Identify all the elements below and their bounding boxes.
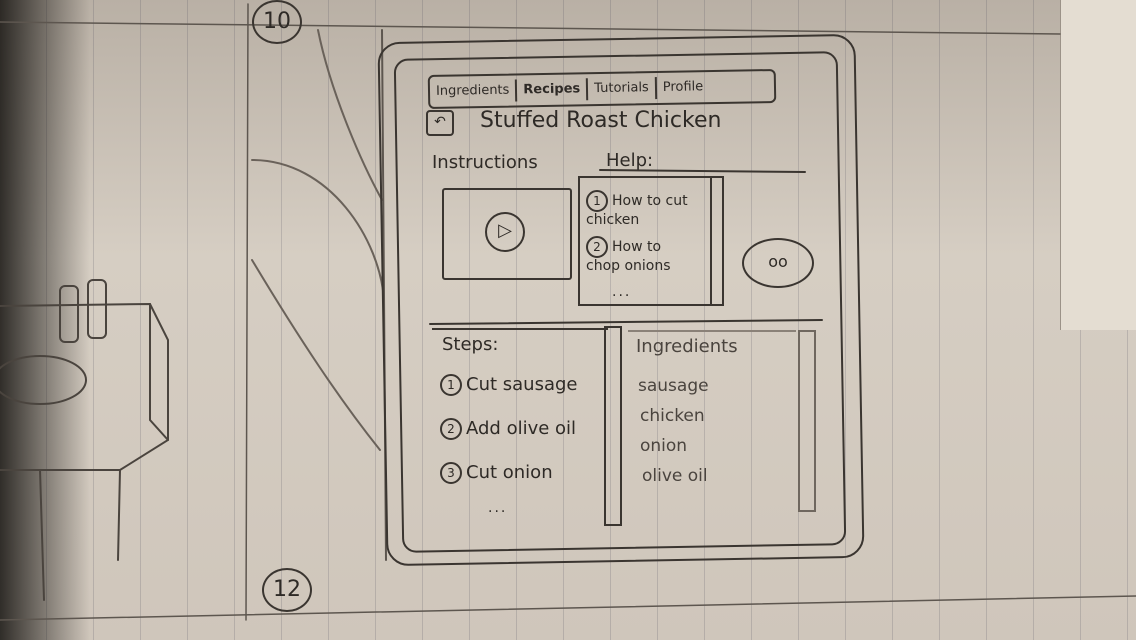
number-1-icon: 1 xyxy=(440,374,462,396)
step-item: 3 Cut onion xyxy=(440,462,553,484)
help-label: Help: xyxy=(606,150,654,171)
instructions-label: Instructions xyxy=(432,152,538,173)
number-2-icon: 2 xyxy=(440,418,462,440)
steps-scrollbar[interactable] xyxy=(604,326,622,526)
number-1-icon: 1 xyxy=(586,190,608,212)
help-item-chop-onions[interactable]: 2 How to chop onions xyxy=(586,236,696,274)
tab-bar: Ingredients Recipes Tutorials Profile xyxy=(427,68,777,110)
play-icon[interactable]: ▷ xyxy=(485,212,525,252)
tab-tutorials[interactable]: Tutorials xyxy=(588,77,657,101)
step-item: 1 Cut sausage xyxy=(440,374,577,396)
tab-profile[interactable]: Profile xyxy=(657,76,710,99)
ingredients-label: Ingredients xyxy=(636,336,738,357)
number-2-icon: 2 xyxy=(586,236,608,258)
steps-more: ... xyxy=(488,500,508,516)
dish-icon: oo xyxy=(742,238,814,288)
steps-label: Steps: xyxy=(442,334,499,355)
ingredient-item: chicken xyxy=(640,406,705,426)
page-number-bottom: 12 xyxy=(262,568,312,612)
recipe-title: Stuffed Roast Chicken xyxy=(480,108,722,133)
ingredient-item: sausage xyxy=(638,376,709,396)
tab-recipes[interactable]: Recipes xyxy=(517,78,589,102)
page-number-top: 10 xyxy=(252,0,302,44)
tab-ingredients[interactable]: Ingredients xyxy=(429,79,518,104)
number-3-icon: 3 xyxy=(440,462,462,484)
step-item: 2 Add olive oil xyxy=(440,418,576,440)
ingredient-item: olive oil xyxy=(642,466,708,486)
ingredients-scrollbar[interactable] xyxy=(798,330,816,512)
help-more: ... xyxy=(612,284,632,300)
back-arrow-icon[interactable]: ↶ xyxy=(426,110,454,136)
help-item-cut-chicken[interactable]: 1 How to cut chicken xyxy=(586,190,696,228)
ingredients-panel xyxy=(628,330,796,522)
ingredient-item: onion xyxy=(640,436,688,456)
help-scrollbar[interactable] xyxy=(708,176,724,306)
